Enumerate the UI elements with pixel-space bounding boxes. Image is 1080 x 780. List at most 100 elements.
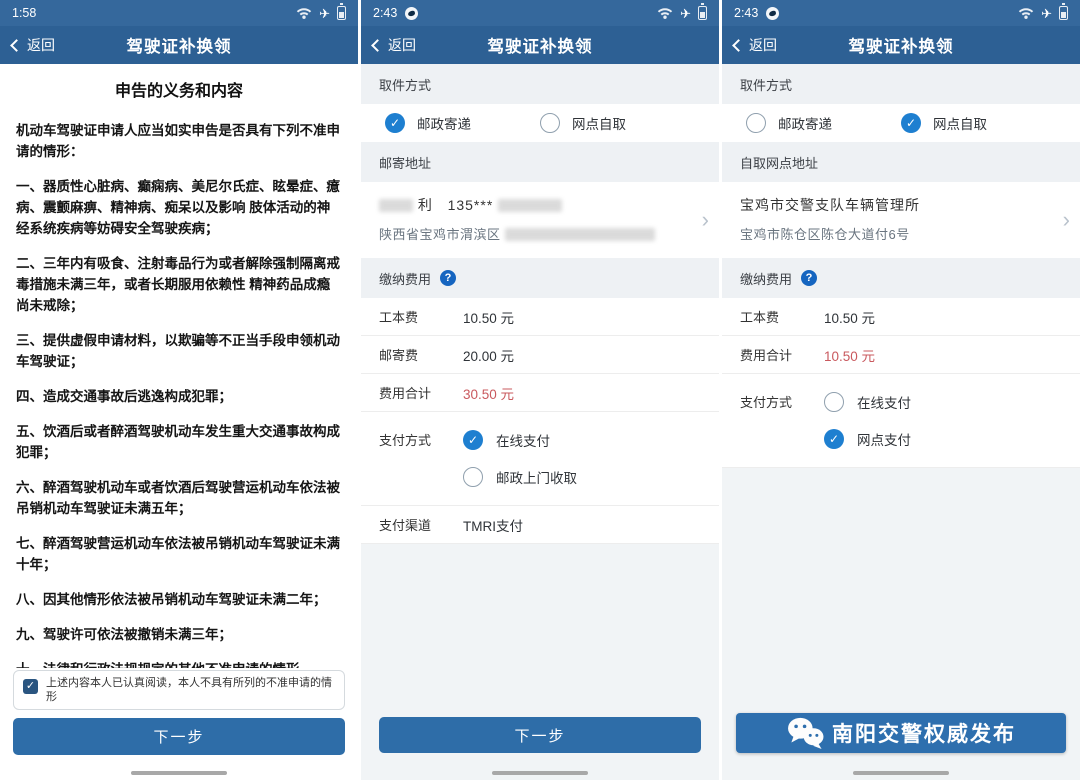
recipient-line: 利 135*** — [379, 195, 685, 215]
wifi-icon — [296, 7, 312, 19]
fee-row-total: 费用合计 10.50 元 — [722, 336, 1080, 374]
pickup-outlet-section-header: 自取网点地址 — [722, 142, 1080, 182]
battery-icon — [1059, 6, 1068, 20]
declaration-item: 五、饮酒后或者醉酒驾驶机动车发生重大交通事故构成犯罪； — [16, 421, 342, 463]
option-online-payment[interactable]: 在线支付 — [824, 383, 911, 420]
option-outlet-payment[interactable]: ✓ 网点支付 — [824, 420, 911, 457]
option-online-payment[interactable]: ✓ 在线支付 — [463, 421, 577, 458]
airplane-mode-icon: ✈ — [319, 7, 330, 20]
declaration-footer: ✓ 上述内容本人已认真阅读，本人不具有所列的不准申请的情形 下一步 — [13, 670, 345, 755]
airplane-mode-icon: ✈ — [680, 7, 691, 20]
payment-channel-row: 支付渠道 TMRI支付 — [361, 506, 719, 544]
radio-checked-icon[interactable]: ✓ — [385, 113, 405, 133]
chevron-right-icon: › — [1063, 207, 1070, 233]
radio-checked-icon[interactable]: ✓ — [463, 430, 483, 450]
fees-section-header: 缴纳费用 ? — [361, 258, 719, 298]
back-button[interactable]: 返回 — [0, 26, 67, 64]
agree-checkbox-label: 上述内容本人已认真阅读，本人不具有所列的不准申请的情形 — [46, 676, 335, 704]
notification-icon — [766, 7, 779, 20]
declaration-item-clipped: 十、法律和行政法规规定的其他不准申请的情形 — [16, 659, 342, 668]
option-postal-delivery[interactable]: ✓ 邮政寄递 — [385, 113, 540, 133]
home-indicator[interactable] — [131, 771, 227, 775]
nav-bar: 驾驶证补换领 返回 — [722, 26, 1080, 64]
pickup-method-options: ✓ 邮政寄递 网点自取 — [361, 104, 719, 142]
screen-declaration: 1:58 ✈ 驾驶证补换领 返回 申告的义务和内容 机动车驾驶证申请人应当如实申… — [0, 0, 358, 780]
total-amount: 30.50 元 — [463, 383, 514, 403]
mail-address-section-header: 邮寄地址 — [361, 142, 719, 182]
option-self-pickup[interactable]: ✓ 网点自取 — [901, 113, 1056, 133]
declaration-item: 一、器质性心脏病、癫痫病、美尼尔氏症、眩晕症、癔病、震颤麻痹、精神病、痴呆以及影… — [16, 176, 342, 239]
declaration-item: 四、造成交通事故后逃逸构成犯罪； — [16, 386, 342, 407]
banner-text: 南阳交警权威发布 — [832, 718, 1016, 748]
home-indicator[interactable] — [492, 771, 588, 775]
address-line: 陕西省宝鸡市渭滨区 — [379, 224, 685, 243]
declaration-item: 六、醉酒驾驶机动车或者饮酒后驾驶营运机动车依法被吊销机动车驾驶证未满五年； — [16, 477, 342, 519]
radio-checked-icon[interactable]: ✓ — [824, 429, 844, 449]
status-time: 2:43 — [373, 6, 397, 20]
fee-row-production-cost: 工本费 10.50 元 — [722, 298, 1080, 336]
radio-unchecked-icon[interactable] — [540, 113, 560, 133]
next-step-button[interactable]: 下一步 — [379, 717, 701, 753]
home-indicator[interactable] — [853, 771, 949, 775]
declaration-title: 申告的义务和内容 — [16, 80, 342, 104]
status-bar: 1:58 ✈ — [0, 0, 358, 26]
agree-card[interactable]: ✓ 上述内容本人已认真阅读，本人不具有所列的不准申请的情形 — [13, 670, 345, 710]
wechat-watermark-banner: 南阳交警权威发布 — [736, 713, 1066, 753]
payment-options: ✓ 在线支付 邮政上门收取 — [463, 421, 577, 495]
declaration-item: 三、提供虚假申请材料，以欺骗等不正当手段申领机动车驾驶证； — [16, 330, 342, 372]
pickup-outlet-row[interactable]: 宝鸡市交警支队车辆管理所 宝鸡市陈仓区陈仓大道付6号 › — [722, 182, 1080, 258]
screen-mail-delivery: 2:43 ✈ 驾驶证补换领 返回 取件方式 — [361, 0, 719, 780]
outlet-address: 宝鸡市陈仓区陈仓大道付6号 — [740, 224, 1046, 243]
chevron-right-icon: › — [702, 207, 709, 233]
wifi-icon — [1018, 7, 1034, 19]
help-icon[interactable]: ? — [801, 270, 817, 286]
status-bar: 2:43 ✈ — [722, 0, 1080, 26]
back-button[interactable]: 返回 — [722, 26, 789, 64]
screen-self-pickup: 2:43 ✈ 驾驶证补换领 返回 取件方式 — [722, 0, 1080, 780]
pickup-method-section-header: 取件方式 — [722, 64, 1080, 104]
radio-unchecked-icon[interactable] — [824, 392, 844, 412]
status-icons: ✈ — [657, 6, 707, 20]
next-step-button[interactable]: 下一步 — [13, 718, 345, 755]
nav-bar: 驾驶证补换领 返回 — [361, 26, 719, 64]
mail-address-row[interactable]: 利 135*** 陕西省宝鸡市渭滨区 › — [361, 182, 719, 258]
wifi-icon — [657, 7, 673, 19]
back-chevron-icon — [371, 39, 384, 52]
fee-row-postage: 邮寄费 20.00 元 — [361, 336, 719, 374]
back-chevron-icon — [10, 39, 23, 52]
fees-section-header: 缴纳费用 ? — [722, 258, 1080, 298]
wechat-icon — [786, 716, 826, 750]
status-icons: ✈ — [1018, 6, 1068, 20]
total-amount: 10.50 元 — [824, 345, 875, 365]
outlet-name: 宝鸡市交警支队车辆管理所 — [740, 195, 1046, 215]
redacted-name — [379, 199, 413, 212]
declaration-item: 八、因其他情形依法被吊销机动车驾驶证未满二年； — [16, 589, 342, 610]
battery-icon — [698, 6, 707, 20]
notification-icon — [405, 7, 418, 20]
radio-unchecked-icon[interactable] — [746, 113, 766, 133]
battery-icon — [337, 6, 346, 20]
fee-row-production-cost: 工本费 10.50 元 — [361, 298, 719, 336]
help-icon[interactable]: ? — [440, 270, 456, 286]
payment-method-row: 支付方式 ✓ 在线支付 邮政上门收取 — [361, 412, 719, 506]
payment-method-row: 支付方式 在线支付 ✓ 网点支付 — [722, 374, 1080, 468]
declaration-content[interactable]: 申告的义务和内容 机动车驾驶证申请人应当如实申告是否具有下列不准申请的情形： 一… — [0, 64, 358, 668]
radio-unchecked-icon[interactable] — [463, 467, 483, 487]
back-button[interactable]: 返回 — [361, 26, 428, 64]
back-chevron-icon — [732, 39, 745, 52]
option-self-pickup[interactable]: 网点自取 — [540, 113, 695, 133]
option-postal-collect[interactable]: 邮政上门收取 — [463, 458, 577, 495]
status-bar: 2:43 ✈ — [361, 0, 719, 26]
radio-checked-icon[interactable]: ✓ — [901, 113, 921, 133]
redacted-phone — [498, 199, 562, 212]
status-time: 1:58 — [12, 6, 36, 20]
status-time: 2:43 — [734, 6, 758, 20]
payment-options: 在线支付 ✓ 网点支付 — [824, 383, 911, 457]
redacted-address — [505, 228, 655, 241]
payment-channel-value: TMRI支付 — [463, 515, 523, 535]
nav-bar: 驾驶证补换领 返回 — [0, 26, 358, 64]
three-screenshot-collage: 1:58 ✈ 驾驶证补换领 返回 申告的义务和内容 机动车驾驶证申请人应当如实申… — [0, 0, 1080, 780]
pickup-method-options: 邮政寄递 ✓ 网点自取 — [722, 104, 1080, 142]
option-postal-delivery[interactable]: 邮政寄递 — [746, 113, 901, 133]
agree-checkbox[interactable]: ✓ — [23, 679, 38, 694]
